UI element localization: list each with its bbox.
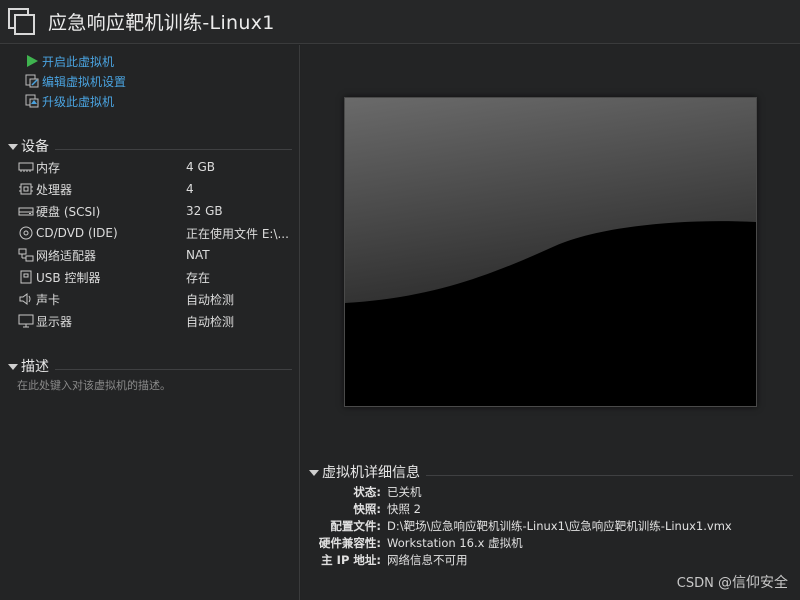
network-icon <box>18 248 34 262</box>
edit-settings-label: 编辑虚拟机设置 <box>42 74 127 89</box>
device-name: 内存 <box>36 160 61 175</box>
detail-key: 主 IP 地址: <box>321 552 381 567</box>
detail-value: 网络信息不可用 <box>387 552 468 567</box>
detail-row-config-file: 配置文件: D:\靶场\应急响应靶机训练-Linux1\应急响应靶机训练-Lin… <box>301 517 800 534</box>
detail-value: 已关机 <box>387 484 422 499</box>
detail-value: 快照 2 <box>387 501 421 516</box>
cpu-icon <box>18 182 34 196</box>
vm-title: 应急响应靶机训练-Linux1 <box>48 12 275 34</box>
detail-value: Workstation 16.x 虚拟机 <box>387 535 523 550</box>
device-value: 存在 <box>186 270 211 285</box>
description-section-header[interactable]: 描述 <box>8 357 292 375</box>
right-panel: 虚拟机详细信息 状态: 已关机 快照: 快照 2 配置文件: D:\靶场\应急响… <box>301 45 800 600</box>
collapse-triangle-icon <box>309 469 319 476</box>
detail-key: 配置文件: <box>330 518 381 533</box>
vm-details-label: 虚拟机详细信息 <box>322 465 420 481</box>
device-value: 4 GB <box>186 160 215 174</box>
watermark-text: CSDN <box>676 576 714 591</box>
device-name: 显示器 <box>36 314 73 329</box>
speaker-icon <box>18 292 34 306</box>
device-row-disk[interactable]: 硬盘 (SCSI) 32 GB <box>18 201 298 221</box>
device-name: 网络适配器 <box>36 248 97 263</box>
left-panel: 开启此虚拟机 编辑虚拟机设置 升级此虚拟机 设备 内存 4 GB 处理器 4 硬… <box>0 45 300 600</box>
vm-screen-preview[interactable] <box>344 97 757 407</box>
detail-key: 状态: <box>353 484 381 499</box>
devices-section-header[interactable]: 设备 <box>8 137 292 155</box>
usb-icon <box>18 270 34 284</box>
monitor-icon <box>18 314 34 328</box>
device-row-sound[interactable]: 声卡 自动检测 <box>18 289 298 309</box>
edit-settings-button[interactable]: 编辑虚拟机设置 <box>25 72 126 90</box>
collapse-triangle-icon <box>8 363 18 370</box>
device-name: 处理器 <box>36 182 73 197</box>
device-row-cd-dvd[interactable]: CD/DVD (IDE) 正在使用文件 E:\... <box>18 223 298 243</box>
detail-value: D:\靶场\应急响应靶机训练-Linux1\应急响应靶机训练-Linux1.vm… <box>387 518 732 533</box>
detail-row-compatibility: 硬件兼容性: Workstation 16.x 虚拟机 <box>301 534 800 551</box>
watermark-sub: @信仰安全 <box>718 575 788 591</box>
power-on-label: 开启此虚拟机 <box>42 54 115 69</box>
device-value: 自动检测 <box>186 314 235 329</box>
detail-row-state: 状态: 已关机 <box>301 483 800 500</box>
upgrade-button[interactable]: 升级此虚拟机 <box>25 92 114 110</box>
device-row-memory[interactable]: 内存 4 GB <box>18 157 298 177</box>
device-name: 硬盘 (SCSI) <box>36 204 101 219</box>
device-value: 32 GB <box>186 204 223 218</box>
device-name: CD/DVD (IDE) <box>36 226 118 240</box>
device-row-network[interactable]: 网络适配器 NAT <box>18 245 298 265</box>
device-name: 声卡 <box>36 292 61 307</box>
device-row-usb[interactable]: USB 控制器 存在 <box>18 267 298 287</box>
collapse-triangle-icon <box>8 143 18 150</box>
device-value: 正在使用文件 E:\... <box>186 226 289 241</box>
cd-icon <box>18 226 34 240</box>
vm-window-icon <box>7 7 37 37</box>
device-row-display[interactable]: 显示器 自动检测 <box>18 311 298 331</box>
detail-key: 快照: <box>353 501 381 516</box>
device-name: USB 控制器 <box>36 270 101 285</box>
title-bar: 应急响应靶机训练-Linux1 <box>0 0 800 44</box>
edit-settings-icon <box>25 74 39 88</box>
device-row-cpu[interactable]: 处理器 4 <box>18 179 298 199</box>
description-input[interactable]: 在此处键入对该虚拟机的描述。 <box>17 377 171 393</box>
power-on-button[interactable]: 开启此虚拟机 <box>25 52 114 70</box>
watermark: CSDN @信仰安全 <box>677 572 788 592</box>
detail-key: 硬件兼容性: <box>318 535 381 550</box>
devices-header-label: 设备 <box>21 139 49 155</box>
vm-preview-graphic <box>345 98 756 406</box>
memory-icon <box>18 160 34 174</box>
detail-row-snapshot: 快照: 快照 2 <box>301 500 800 517</box>
divider <box>55 368 292 370</box>
device-value: 4 <box>186 182 194 196</box>
upgrade-icon <box>25 94 39 108</box>
description-header-label: 描述 <box>21 359 49 375</box>
device-value: NAT <box>186 248 210 262</box>
upgrade-label: 升级此虚拟机 <box>42 94 115 109</box>
divider <box>426 474 793 476</box>
power-on-icon <box>25 54 39 68</box>
divider <box>55 148 292 150</box>
device-value: 自动检测 <box>186 292 235 307</box>
disk-icon <box>18 204 34 218</box>
vm-details-header[interactable]: 虚拟机详细信息 <box>309 463 793 481</box>
detail-row-ip: 主 IP 地址: 网络信息不可用 <box>301 551 800 568</box>
